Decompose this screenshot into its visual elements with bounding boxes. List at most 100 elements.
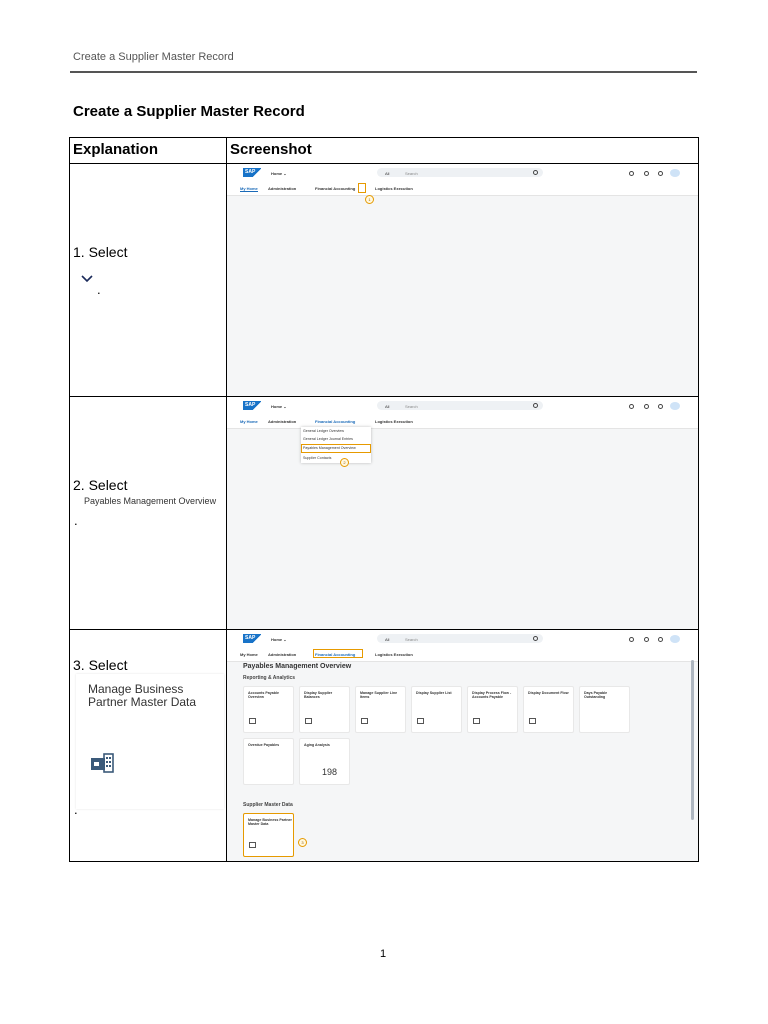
- step-marker: 3: [298, 838, 307, 847]
- help-icon[interactable]: [629, 404, 634, 409]
- financial-accounting-dropdown: General Ledger Overview General Ledger J…: [301, 427, 371, 463]
- menu-item-supplier-contacts[interactable]: Supplier Contacts: [303, 456, 331, 460]
- nav-administration[interactable]: Administration: [268, 419, 296, 424]
- tile[interactable]: Manage Supplier Line Items: [355, 686, 406, 733]
- nav-financial-accounting[interactable]: Financial Accounting: [315, 652, 355, 657]
- screenshot-2: SAP Home ⌄ All Search My Home Administra…: [227, 397, 698, 629]
- screenshot-cell: SAP Home ⌄ All Search My Home Administra…: [226, 163, 699, 397]
- step-marker: 2: [340, 458, 349, 467]
- business-partner-tile-icon: [249, 842, 256, 848]
- sap-logo: SAP: [243, 401, 261, 410]
- tile-icon: [473, 718, 480, 724]
- section-supplier-master-data: Supplier Master Data: [243, 802, 293, 808]
- tile[interactable]: Display Supplier Balances: [299, 686, 350, 733]
- panel-title: Payables Management Overview: [243, 663, 352, 670]
- avatar[interactable]: [670, 635, 680, 643]
- step-suffix: .: [74, 802, 78, 817]
- search-icon[interactable]: [533, 636, 538, 641]
- sap-logo: SAP: [243, 634, 261, 643]
- header-rule: [70, 71, 697, 73]
- nav-logistics-execution[interactable]: Logistics Execution: [375, 652, 413, 657]
- home-menu[interactable]: Home ⌄: [271, 171, 287, 176]
- tile-icon: [249, 718, 256, 724]
- tile-icon: [361, 718, 368, 724]
- nav-my-home[interactable]: My Home: [240, 419, 258, 424]
- search-scope[interactable]: All: [385, 171, 389, 176]
- bell-icon[interactable]: [658, 637, 663, 642]
- search-field[interactable]: [377, 634, 543, 643]
- avatar[interactable]: [670, 402, 680, 410]
- highlight-chevron: [358, 183, 366, 193]
- tile[interactable]: Days Payable Outstanding: [579, 686, 630, 733]
- aging-value: 198: [322, 767, 338, 777]
- tile[interactable]: Display Document Flow: [523, 686, 574, 733]
- search-placeholder: Search: [405, 404, 418, 409]
- table-row: 2. Select Payables Management Overview .…: [69, 396, 699, 630]
- search-scope[interactable]: All: [385, 637, 389, 642]
- info-icon[interactable]: [644, 637, 649, 642]
- tile-icon: [305, 718, 312, 724]
- nav-financial-accounting[interactable]: Financial Accounting: [315, 186, 355, 191]
- explanation-cell: 3. Select Manage Business Partner Master…: [69, 629, 227, 862]
- manage-business-partner-tile[interactable]: Manage Business Partner Master Data: [243, 813, 294, 857]
- step-text: 1. Select: [73, 244, 128, 260]
- search-placeholder: Search: [405, 171, 418, 176]
- menu-item-payables-management-overview[interactable]: Payables Management Overview: [303, 446, 356, 450]
- page-number: 1: [380, 948, 387, 960]
- table-row: 3. Select Manage Business Partner Master…: [69, 629, 699, 862]
- search-icon[interactable]: [533, 170, 538, 175]
- explanation-cell: 2. Select Payables Management Overview .: [69, 396, 227, 630]
- search-field[interactable]: [377, 401, 543, 410]
- menu-item-gl-overview[interactable]: General Ledger Overview: [303, 429, 344, 433]
- screenshot-3: SAP Home ⌄ All Search My Home Administra…: [227, 630, 698, 861]
- header-explanation: Explanation: [69, 137, 227, 164]
- step-suffix: .: [97, 282, 101, 297]
- nav-my-home[interactable]: My Home: [240, 652, 258, 657]
- nav-logistics-execution[interactable]: Logistics Execution: [375, 419, 413, 424]
- screenshot-cell: SAP Home ⌄ All Search My Home Administra…: [226, 629, 699, 862]
- info-icon[interactable]: [644, 404, 649, 409]
- info-icon[interactable]: [644, 171, 649, 176]
- search-placeholder: Search: [405, 637, 418, 642]
- search-icon[interactable]: [533, 403, 538, 408]
- chevron-down-icon: [81, 270, 93, 288]
- nav-logistics-execution[interactable]: Logistics Execution: [375, 186, 413, 191]
- home-menu[interactable]: Home ⌄: [271, 637, 287, 642]
- business-partner-tile-icon: [90, 753, 114, 778]
- page-title: Create a Supplier Master Record: [73, 103, 305, 120]
- manage-business-partner-label: Manage Business Partner Master Data: [88, 682, 197, 709]
- avatar[interactable]: [670, 169, 680, 177]
- nav-administration[interactable]: Administration: [268, 652, 296, 657]
- help-icon[interactable]: [629, 637, 634, 642]
- search-scope[interactable]: All: [385, 404, 389, 409]
- bell-icon[interactable]: [658, 404, 663, 409]
- tile[interactable]: Overdue Payables: [243, 738, 294, 785]
- step-suffix: .: [74, 513, 78, 528]
- tile[interactable]: Display Process Flow - Accounts Payable: [467, 686, 518, 733]
- payables-management-overview-label: Payables Management Overview: [84, 496, 217, 506]
- scrollbar[interactable]: [691, 660, 694, 820]
- screenshot-1: SAP Home ⌄ All Search My Home Administra…: [227, 164, 698, 396]
- running-header: Create a Supplier Master Record: [73, 51, 234, 63]
- home-menu[interactable]: Home ⌄: [271, 404, 287, 409]
- shell-nav: [227, 417, 698, 429]
- step-text: 2. Select: [73, 477, 128, 493]
- screenshot-cell: SAP Home ⌄ All Search My Home Administra…: [226, 396, 699, 630]
- tile[interactable]: Display Supplier List: [411, 686, 462, 733]
- search-field[interactable]: [377, 168, 543, 177]
- tile[interactable]: Aging Analysis 198: [299, 738, 350, 785]
- nav-financial-accounting[interactable]: Financial Accounting: [315, 419, 355, 424]
- help-icon[interactable]: [629, 171, 634, 176]
- tile[interactable]: Accounts Payable Overview: [243, 686, 294, 733]
- sap-logo: SAP: [243, 168, 261, 177]
- tile-icon: [529, 718, 536, 724]
- steps-table: Explanation Screenshot 1. Select . SAP H…: [69, 137, 699, 862]
- bell-icon[interactable]: [658, 171, 663, 176]
- step-text: 3. Select: [73, 657, 128, 673]
- nav-administration[interactable]: Administration: [268, 186, 296, 191]
- shell-nav: [227, 184, 698, 196]
- menu-item-gl-journal-entries[interactable]: General Ledger Journal Entries: [303, 437, 353, 441]
- nav-my-home[interactable]: My Home: [240, 186, 258, 192]
- step-marker: 1: [365, 195, 374, 204]
- header-screenshot: Screenshot: [226, 137, 699, 164]
